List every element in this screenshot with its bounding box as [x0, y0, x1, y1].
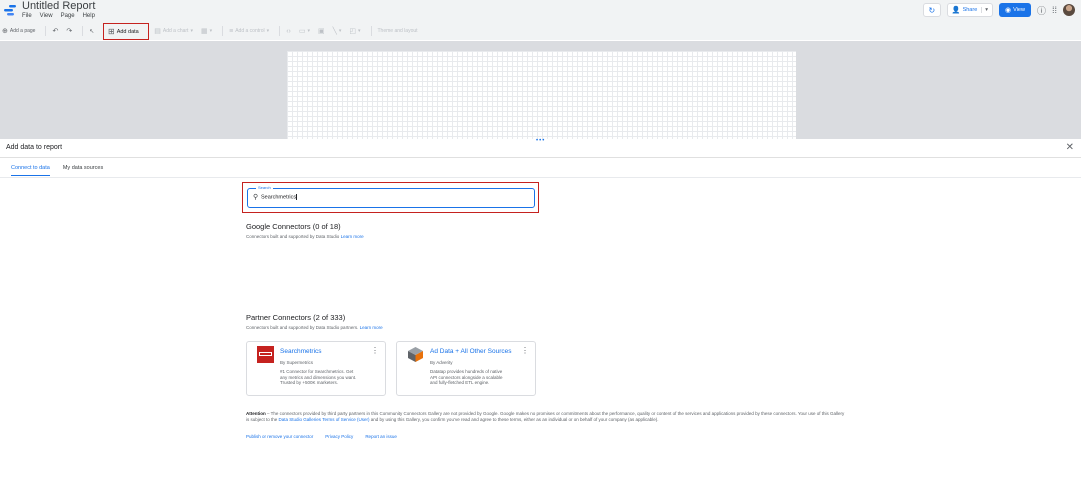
text-box-icon: ▭: [298, 28, 306, 35]
more-vert-icon[interactable]: ⋮: [521, 346, 529, 355]
terms-link[interactable]: Data Studio Galleries Terms of Service (…: [279, 417, 370, 422]
add-person-icon: 👤: [951, 7, 961, 14]
image-icon: ▣: [318, 28, 325, 35]
undo-button[interactable]: ↶: [50, 24, 60, 38]
publish-connector-link[interactable]: Publish or remove your connector: [246, 434, 313, 439]
select-button[interactable]: ↖: [87, 24, 96, 38]
menu-bar: File View Page Help: [22, 13, 95, 19]
partner-connectors-subtitle: Connectors built and supported by Data S…: [246, 325, 383, 330]
line-icon: ╲: [332, 28, 337, 35]
connector-author: By Supermetrics: [280, 360, 314, 365]
add-data-panel: Add data to report ✕ Connect to data My …: [0, 141, 1081, 501]
report-issue-link[interactable]: Report an issue: [365, 434, 397, 439]
grid-icon: ▦: [200, 28, 208, 35]
divider: [0, 157, 1081, 158]
shapes-icon: ◰: [349, 28, 356, 35]
search-icon: ⚲: [253, 194, 259, 201]
privacy-policy-link[interactable]: Privacy Policy: [325, 434, 353, 439]
share-button[interactable]: 👤 Share ▾: [946, 3, 994, 17]
attention-notice: Attention – The connectors provided by t…: [246, 411, 845, 422]
apps-grid-icon[interactable]: ⁞⁞: [1052, 5, 1057, 15]
connector-name[interactable]: Ad Data + All Other Sources: [430, 348, 511, 355]
google-connectors-heading: Google Connectors (0 of 18): [246, 222, 341, 231]
redo-icon: ↷: [66, 28, 73, 35]
dropdown-icon: ▾: [209, 28, 213, 34]
redo-button[interactable]: ↷: [64, 24, 74, 38]
image-button[interactable]: ▣: [316, 24, 327, 38]
divider: [0, 177, 1081, 178]
dropdown-icon: ▾: [357, 28, 361, 34]
eye-icon: ◉: [1005, 7, 1012, 14]
close-icon[interactable]: ✕: [1066, 142, 1074, 153]
top-bar: Untitled Report File View Page Help ⊕ Ad…: [0, 0, 1081, 40]
connector-author: By Adverity: [430, 360, 453, 365]
partner-connectors-heading: Partner Connectors (2 of 333): [246, 313, 346, 322]
connector-description: #1 Connector for Searchmetrics. Get any …: [280, 369, 357, 385]
menu-page[interactable]: Page: [61, 13, 75, 19]
theme-layout-button[interactable]: Theme and layout: [376, 24, 420, 38]
panel-title: Add data to report: [6, 144, 63, 151]
line-button[interactable]: ╲ ▾: [331, 24, 344, 38]
refresh-icon: ↻: [928, 5, 936, 15]
report-canvas-area: [0, 41, 1081, 139]
connector-description: Datatap provides hundreds of native API …: [430, 369, 503, 385]
add-chart-button[interactable]: ▤ Add a chart ▾: [152, 24, 195, 38]
panel-tabs: Connect to data My data sources: [11, 165, 103, 176]
header-actions: ↻ 👤 Share ▾ ◉ View ⓘ ⁞⁞: [922, 3, 1075, 17]
add-data-button[interactable]: ⊞ Add data: [103, 23, 149, 40]
cursor-icon: ↖: [89, 28, 95, 35]
help-icon[interactable]: ⓘ: [1037, 4, 1046, 17]
dropdown-icon: ▾: [338, 28, 342, 34]
divider: [370, 26, 372, 36]
dropdown-icon: ▾: [266, 28, 270, 34]
tab-my-data-sources[interactable]: My data sources: [63, 165, 103, 176]
divider: [82, 26, 84, 36]
search-highlight: Search ⚲ Searchmetrics: [242, 182, 539, 213]
add-page-button[interactable]: ⊕ Add a page: [0, 24, 37, 38]
view-button[interactable]: ◉ View: [999, 3, 1031, 17]
search-value[interactable]: Searchmetrics: [261, 194, 297, 200]
dropdown-icon: ▾: [307, 28, 310, 34]
search-input[interactable]: Search ⚲ Searchmetrics: [247, 185, 535, 208]
data-studio-logo: [4, 5, 16, 16]
connector-card-searchmetrics[interactable]: Searchmetrics ⋮ By Supermetrics #1 Conne…: [246, 341, 386, 396]
community-viz-button[interactable]: ▦ ▾: [199, 24, 214, 38]
search-label: Search: [256, 185, 273, 190]
add-control-button[interactable]: ≡ Add a control ▾: [227, 24, 271, 38]
google-connectors-subtitle: Connectors built and supported by Data S…: [246, 234, 364, 239]
divider: [222, 26, 224, 36]
dropdown-icon: ▾: [190, 28, 193, 34]
toolbar: ⊕ Add a page ↶ ↷ ↖ ▤ Add a chart ▾ ▦ ▾ ≡ A…: [0, 22, 1081, 40]
tab-connect-to-data[interactable]: Connect to data: [11, 165, 50, 176]
add-data-icon: ⊞: [108, 27, 115, 36]
connector-card-adverity[interactable]: Ad Data + All Other Sources ⋮ By Adverit…: [396, 341, 536, 396]
menu-help[interactable]: Help: [83, 13, 95, 19]
learn-more-link[interactable]: Learn more: [360, 325, 383, 330]
shape-button[interactable]: ◰ ▾: [347, 24, 362, 38]
supermetrics-logo: [257, 346, 274, 363]
menu-view[interactable]: View: [40, 13, 53, 19]
refresh-button[interactable]: ↻: [922, 3, 941, 17]
report-title[interactable]: Untitled Report: [22, 0, 95, 12]
adverity-logo: [408, 347, 423, 362]
menu-file[interactable]: File: [22, 13, 32, 19]
report-page-canvas[interactable]: [287, 51, 796, 139]
undo-icon: ↶: [52, 28, 59, 35]
footer-links: Publish or remove your connector Privacy…: [246, 434, 397, 439]
more-vert-icon[interactable]: ⋮: [371, 346, 379, 355]
divider: [45, 26, 47, 36]
avatar[interactable]: [1063, 4, 1075, 16]
learn-more-link[interactable]: Learn more: [341, 234, 364, 239]
divider: [279, 26, 281, 36]
share-dropdown-icon[interactable]: ▾: [981, 7, 988, 13]
filter-icon: ≡: [229, 27, 234, 35]
text-button[interactable]: ▭ ▾: [297, 24, 312, 38]
embed-button[interactable]: ‹›: [284, 24, 293, 38]
connector-name[interactable]: Searchmetrics: [280, 348, 322, 355]
add-circle-icon: ⊕: [2, 28, 8, 35]
chart-icon: ▤: [154, 28, 161, 35]
code-icon: ‹›: [286, 27, 291, 35]
